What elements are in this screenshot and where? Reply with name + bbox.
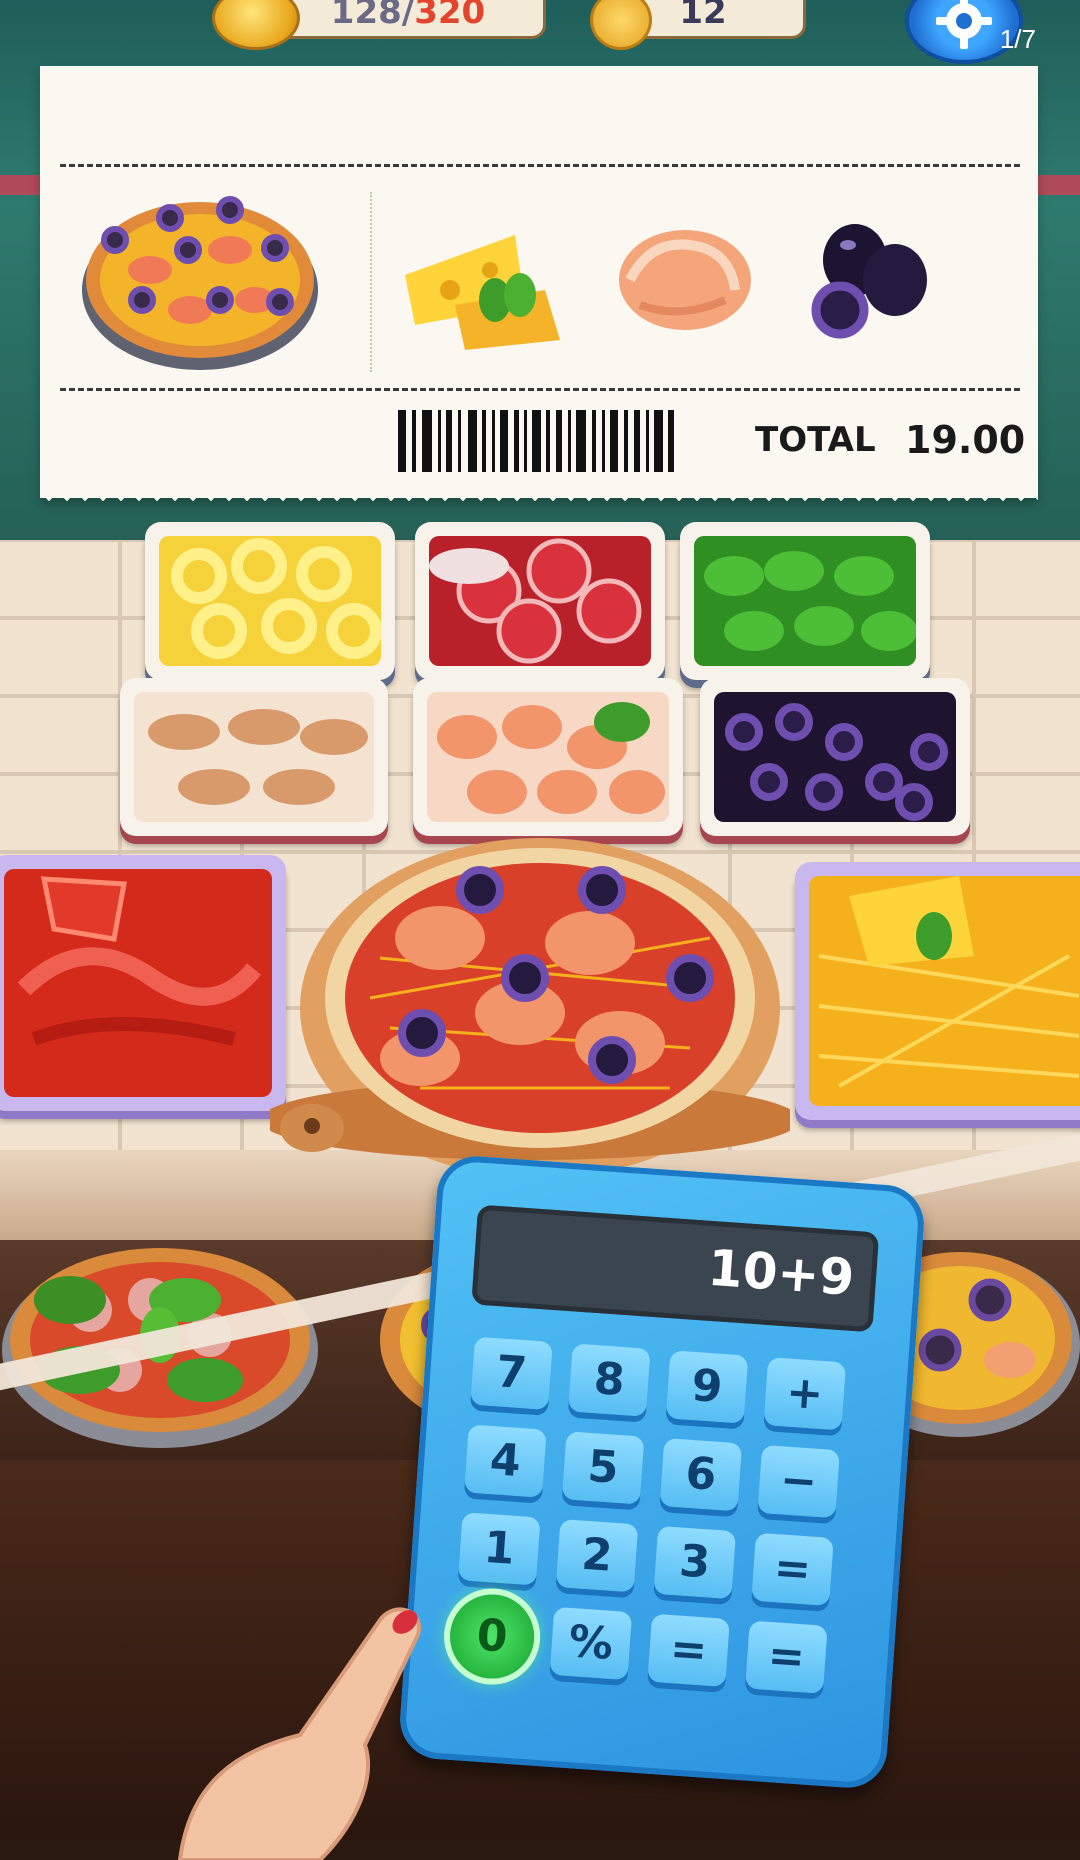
tray-salami[interactable] bbox=[415, 522, 665, 680]
salami-icon bbox=[429, 536, 651, 666]
receipt-dashed-line-top bbox=[60, 164, 1020, 167]
tray-shrimp[interactable] bbox=[413, 678, 683, 836]
coin-counter: 128/320 bbox=[270, 0, 546, 39]
key-9[interactable]: 9 bbox=[665, 1350, 749, 1424]
coin-separator: / bbox=[401, 0, 415, 32]
receipt-dashed-line-bottom bbox=[60, 388, 1020, 391]
key-equals-1[interactable]: = bbox=[751, 1532, 834, 1606]
shredded-cheese-icon bbox=[809, 876, 1080, 1106]
total-value: 19.00 bbox=[905, 418, 1026, 462]
pointing-hand-icon bbox=[177, 1607, 422, 1860]
key-8[interactable]: 8 bbox=[568, 1343, 651, 1417]
key-7[interactable]: 7 bbox=[470, 1336, 553, 1410]
tray-pineapple[interactable] bbox=[145, 522, 395, 680]
level-value: 12 bbox=[679, 0, 727, 32]
tray-mushrooms[interactable] bbox=[120, 678, 388, 836]
cheese-icon bbox=[405, 235, 560, 350]
black-olives-icon bbox=[811, 224, 927, 339]
key-4[interactable]: 4 bbox=[464, 1424, 547, 1498]
tray-tomato-sauce[interactable] bbox=[0, 855, 286, 1111]
coin-max: 320 bbox=[414, 0, 486, 32]
basil-icon bbox=[694, 536, 916, 666]
calculator-display-text: 10+9 bbox=[706, 1238, 857, 1307]
calculator: 10+9 7 8 9 + 4 5 6 − 1 2 3 = 0 % = = bbox=[397, 1153, 927, 1791]
key-1[interactable]: 1 bbox=[457, 1512, 541, 1586]
calculator-display: 10+9 bbox=[471, 1204, 880, 1333]
key-equals-3[interactable]: = bbox=[745, 1620, 828, 1694]
black-olives-tray-icon bbox=[714, 692, 956, 822]
tray-shredded-cheese[interactable] bbox=[795, 862, 1080, 1120]
mushrooms-icon bbox=[134, 692, 374, 822]
pizza-being-made[interactable] bbox=[270, 828, 790, 1188]
key-2[interactable]: 2 bbox=[555, 1519, 639, 1593]
tomato-sauce-icon bbox=[4, 869, 272, 1097]
tray-basil[interactable] bbox=[680, 522, 930, 680]
key-minus[interactable]: − bbox=[757, 1444, 840, 1519]
key-percent[interactable]: % bbox=[549, 1606, 633, 1681]
order-pizza-icon bbox=[82, 196, 318, 370]
receipt-barcode bbox=[398, 410, 674, 472]
coin-current: 128 bbox=[330, 0, 402, 32]
key-equals-2[interactable]: = bbox=[647, 1613, 730, 1687]
receipt-torn-edge bbox=[40, 492, 1038, 510]
gear-icon bbox=[936, 0, 992, 49]
tray-black-olives[interactable] bbox=[700, 678, 970, 836]
shrimp-icon bbox=[619, 230, 751, 330]
pineapple-icon bbox=[159, 536, 381, 666]
receipt-divider bbox=[370, 192, 372, 372]
shrimp-tray-icon bbox=[427, 692, 669, 822]
key-plus[interactable]: + bbox=[763, 1357, 847, 1431]
key-3[interactable]: 3 bbox=[653, 1525, 737, 1600]
total-label: TOTAL bbox=[755, 420, 876, 460]
key-6[interactable]: 6 bbox=[659, 1438, 743, 1512]
key-5[interactable]: 5 bbox=[561, 1431, 645, 1505]
page-indicator: 1/7 bbox=[999, 24, 1036, 54]
